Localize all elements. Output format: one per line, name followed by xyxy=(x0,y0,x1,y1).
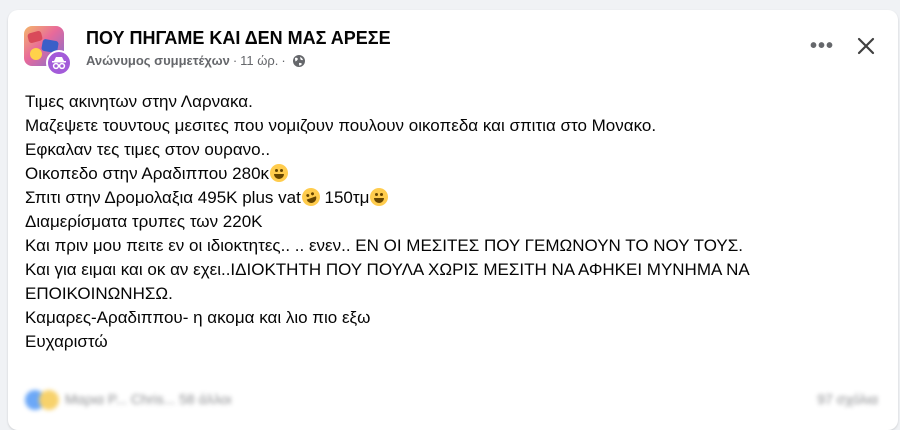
post-line: Μαζεψετε τουντους μεσιτες που νομιζουν π… xyxy=(25,116,657,135)
post-line-text: 150τμ xyxy=(319,188,370,207)
post-line: Τιμες ακινητων στην Λαρνακα. xyxy=(25,92,253,111)
post-card: ΠΟΥ ΠΗΓΑΜΕ ΚΑΙ ΔΕΝ ΜΑΣ ΑΡΕΣΕ Ανώνυμος συ… xyxy=(8,10,898,430)
meta-separator: · xyxy=(281,53,286,68)
post-line: Και για ειμαι και οκ αν εχει..ΙΔΙΟΚΤΗΤΗ … xyxy=(25,260,749,303)
post-line: Καμαρες-Αραδιππου- η ακομα και λιο πιο ε… xyxy=(25,308,371,327)
post-time[interactable]: 11 ώρ. xyxy=(240,53,278,68)
post-line: Και πριν μου πειτε εν οι ιδιοκτητες.. ..… xyxy=(25,236,743,255)
smiling-emoji-icon xyxy=(370,188,389,206)
grinning-squint-emoji-icon xyxy=(270,164,289,182)
haha-reaction-icon xyxy=(39,390,59,410)
avatar-decoration xyxy=(26,30,44,44)
close-icon[interactable] xyxy=(850,30,882,62)
anonymous-icon xyxy=(46,50,72,76)
post-line: Εφκαλαν τες τιμες στον ουρανο.. xyxy=(25,140,271,159)
reactions-bar[interactable]: Μαρια Ρ... Chris... 58 άλλοι 97 σχόλια xyxy=(25,388,878,412)
author-name[interactable]: Ανώνυμος συμμετέχων xyxy=(86,53,230,68)
more-options-button[interactable]: ••• xyxy=(806,30,838,62)
post-text: Τιμες ακινητων στην Λαρνακα. Μαζεψετε το… xyxy=(25,90,878,354)
post-line: Οικοπεδο στην Αραδιππου 280κ xyxy=(25,162,878,186)
post-line: Διαμερίσματα τρυπες των 220Κ xyxy=(25,212,263,231)
post-line: Ευχαριστώ xyxy=(25,332,108,351)
group-name-link[interactable]: ΠΟΥ ΠΗΓΑΜΕ ΚΑΙ ΔΕΝ ΜΑΣ ΑΡΕΣΕ xyxy=(86,28,391,49)
post-header: ΠΟΥ ΠΗΓΑΜΕ ΚΑΙ ΔΕΝ ΜΑΣ ΑΡΕΣΕ Ανώνυμος συ… xyxy=(24,26,882,78)
post-line-text: Οικοπεδο στην Αραδιππου 280κ xyxy=(25,164,270,183)
post-line-text: Σπιτι στην Δρομολαξια 495K plus vat xyxy=(25,188,301,207)
avatar-group[interactable] xyxy=(24,26,74,76)
post-line: Σπιτι στην Δρομολαξια 495K plus vat 150τ… xyxy=(25,185,878,210)
meta-separator: · xyxy=(232,53,238,68)
avatar-decoration xyxy=(30,48,42,60)
globe-icon xyxy=(292,54,306,68)
post-meta: Ανώνυμος συμμετέχων · 11 ώρ. · xyxy=(86,53,306,68)
